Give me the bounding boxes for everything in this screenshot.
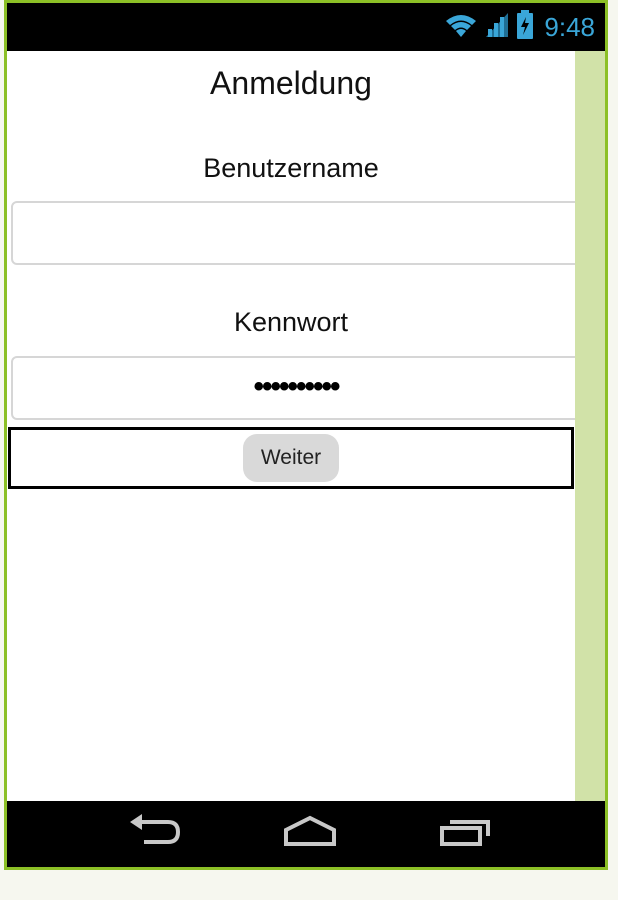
home-icon (282, 814, 338, 853)
phone-frame: 9:48 Anmeldung Benutzername Kennwort •••… (4, 0, 608, 870)
wifi-icon (444, 11, 478, 44)
status-clock: 9:48 (544, 11, 595, 42)
navigation-bar (7, 801, 605, 867)
password-input[interactable]: •••••••••• (11, 356, 581, 420)
scrollbar-track[interactable] (575, 51, 605, 801)
continue-button[interactable]: Weiter (243, 434, 339, 482)
username-label: Benutzername (203, 153, 379, 183)
password-label: Kennwort (233, 307, 349, 337)
back-icon (126, 813, 182, 853)
username-input[interactable] (11, 201, 581, 265)
password-mask: •••••••••• (253, 370, 340, 403)
back-button[interactable] (119, 813, 189, 853)
page-title: Anmeldung (210, 65, 372, 101)
signal-icon (484, 11, 510, 44)
recent-apps-button[interactable] (431, 813, 501, 853)
login-screen: Anmeldung Benutzername Kennwort ••••••••… (7, 51, 581, 801)
status-bar: 9:48 (7, 3, 605, 51)
recent-apps-icon (438, 814, 494, 853)
battery-charging-icon (516, 9, 534, 45)
status-icons: 9:48 (444, 9, 595, 45)
button-row: Weiter (8, 427, 574, 489)
home-button[interactable] (275, 813, 345, 853)
